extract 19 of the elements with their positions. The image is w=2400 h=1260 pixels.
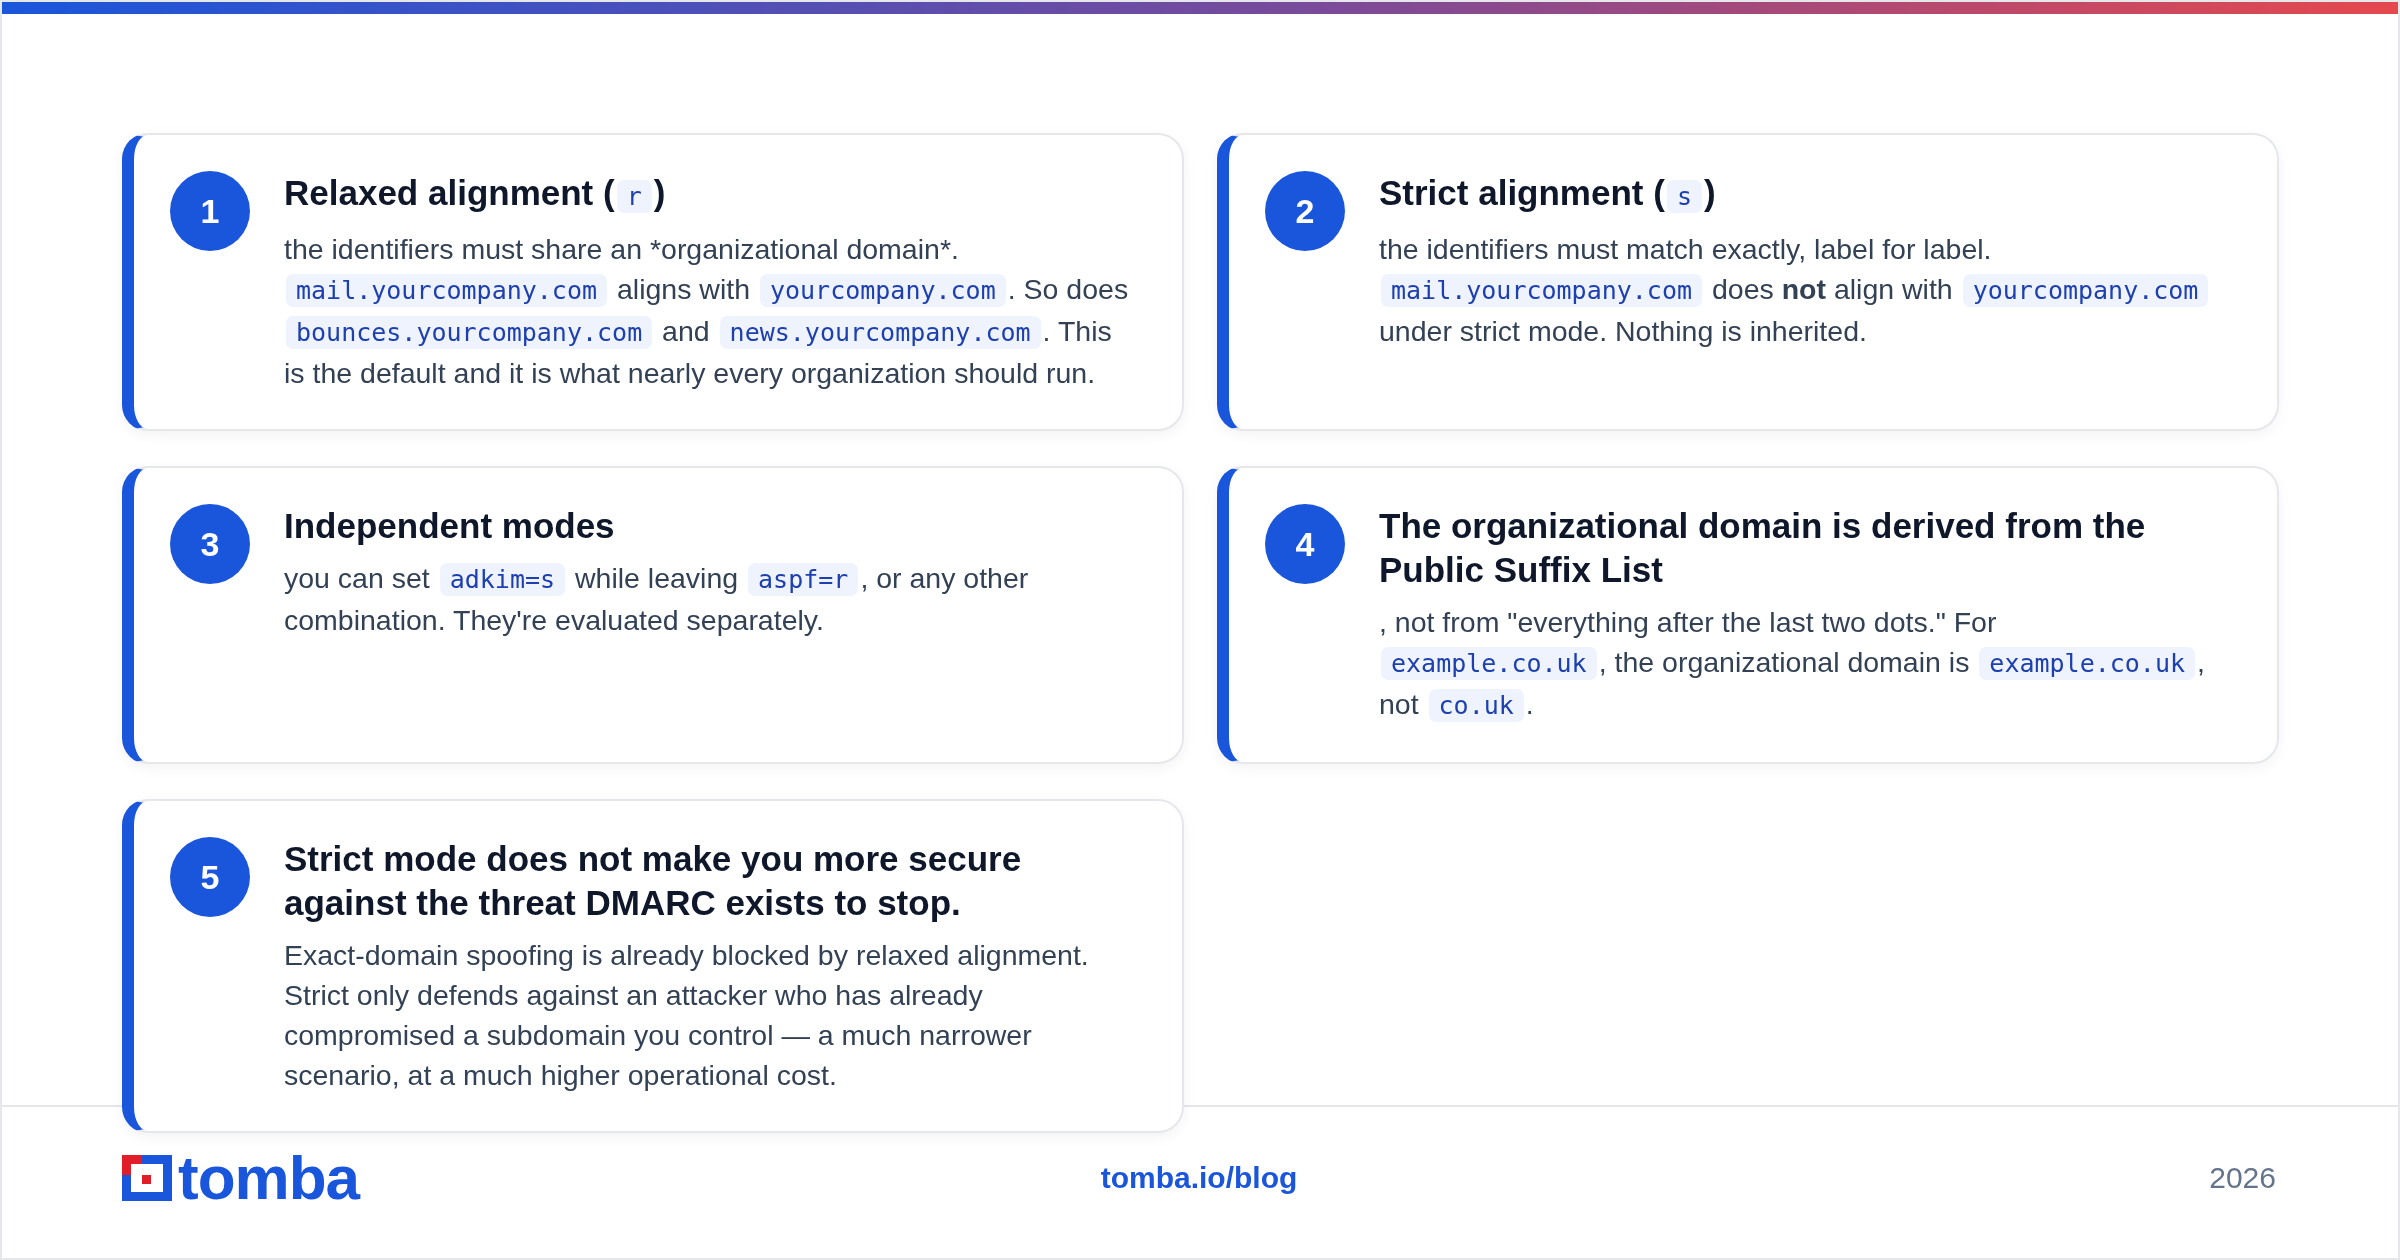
logo-mark-icon	[122, 1155, 172, 1201]
step-number: 1	[170, 171, 250, 251]
card-title: Strict mode does not make you more secure against the threat DMARC exists to stop.	[284, 838, 1023, 924]
card-text: you can set adkim=s while leaving aspf=r , or any other combination. They're evaluated separately.	[284, 561, 1030, 638]
step-number: 2	[1265, 171, 1345, 251]
card-title: The organizational domain is derived from the Public Suffix List	[1379, 505, 2147, 591]
blog-link[interactable]: tomba.io/blog	[1100, 1161, 1298, 1195]
card-text: the identifiers must share an *organizational domain*. mail.yourcompany.com aligns with yourcompany.com . So does bounces.yourcompany.com and news.yourcompany.com . This is the default and it is what nearly every organization should run.	[284, 232, 1130, 391]
card-text: , not from "everything after the last two dots." For example.co.uk , the organizational domain is example.co.uk , not co.uk .	[1379, 605, 2206, 724]
logo-text: tomba	[178, 1147, 359, 1209]
step-number: 5	[170, 837, 250, 917]
card-title: Strict alignment ( s )	[1379, 172, 1717, 215]
card-text: the identifiers must match exactly, label for label. mail.yourcompany.com does not align with yourcompany.com under strict mode. Nothing is inherited.	[1379, 229, 2229, 351]
step-number: 3	[170, 504, 250, 584]
card-text: Exact-domain spoofing is already blocked by relaxed alignment. Strict only defends against an attacker who has already compromised a subdomain you control — a much narrower scenario, at a much higher operational cost.	[284, 938, 1090, 1093]
year-text: 2026	[2209, 1161, 2276, 1195]
card-title: Relaxed alignment ( r )	[284, 172, 667, 215]
card-title: Independent modes	[284, 505, 616, 547]
step-number: 4	[1265, 504, 1345, 584]
